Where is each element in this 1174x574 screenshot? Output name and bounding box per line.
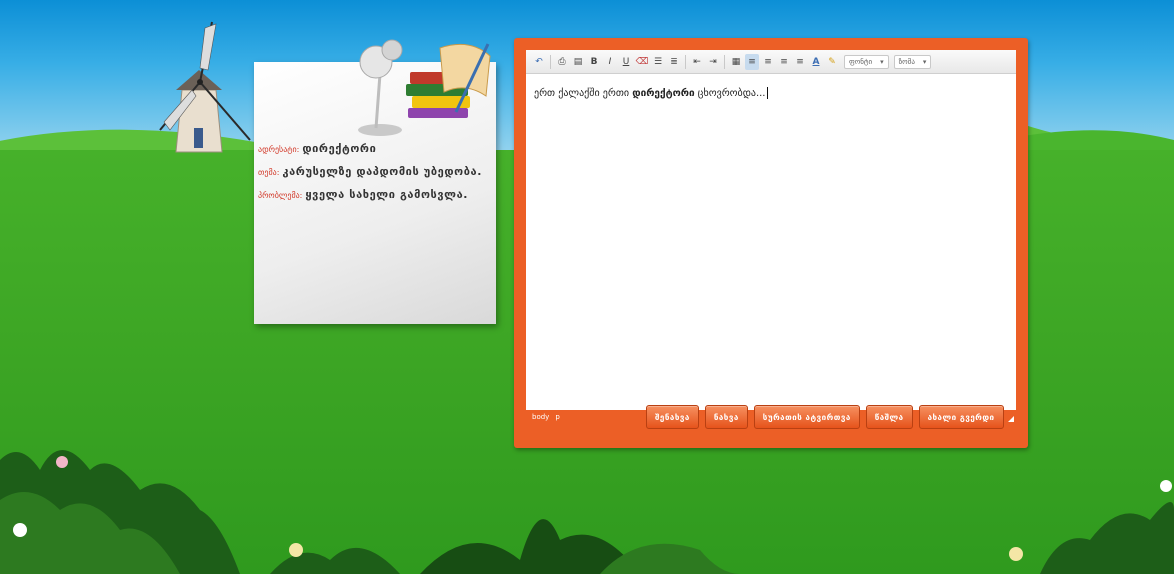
text-caret [766,87,768,99]
windmill-image [159,21,251,153]
editor-text-bold: დირექტორი [632,88,695,99]
note-content: ადრესატი: დირექტორი თემა: კარუსელზე დაპდ… [258,142,494,211]
paste-icon[interactable]: ▦ [729,54,743,70]
toolbar-divider [724,54,725,69]
editor-panel: ↶ ⎙ ▤ B I U ⌫ ☰ ≣ ⇤ ⇥ ▦ ≡ ≡ ≡ ≡ A ✎ ფონტ… [514,38,1028,448]
italic-icon[interactable]: I [603,54,617,70]
problem-value: ყველა სახელი გამოსვლა. [305,188,469,201]
bullet-list-icon[interactable]: ☰ [651,54,665,70]
upload-image-button[interactable]: სურათის ატვირთვა [753,405,860,429]
recipient-label: ადრესატი: [258,145,300,154]
highlight-icon[interactable]: ✎ [825,54,839,70]
subject-value: კარუსელზე დაპდომის უბედობა. [282,165,482,178]
font-size-select[interactable]: ზომა ▾ [893,54,932,69]
outdent-icon[interactable]: ⇤ [690,54,704,70]
editor-text-start: ერთ ქალაქში ერთი [534,88,633,99]
toolbar-divider [550,54,551,69]
bold-icon[interactable]: B [587,54,601,70]
preview-icon[interactable]: ▤ [571,54,585,70]
font-family-select[interactable]: ფონტი ▾ [844,54,889,69]
note-row-recipient: ადრესატი: დირექტორი [258,142,494,155]
element-path-body[interactable]: body [532,413,549,421]
print-icon[interactable]: ⎙ [555,54,569,70]
chevron-down-icon: ▾ [922,57,927,66]
note-row-problem: პრობლემა: ყველა სახელი გამოსვლა. [258,188,494,201]
editor-toolbar: ↶ ⎙ ▤ B I U ⌫ ☰ ≣ ⇤ ⇥ ▦ ≡ ≡ ≡ ≡ A ✎ ფონტ… [526,50,1016,74]
element-path-p[interactable]: p [555,413,559,421]
align-center-icon[interactable]: ≡ [761,54,775,70]
foreground-bushes [0,450,1174,574]
numbered-list-icon[interactable]: ≣ [667,54,681,70]
pushpin-and-books-illustration [358,39,491,136]
subject-label: თემა: [258,168,280,177]
indent-icon[interactable]: ⇥ [706,54,720,70]
action-buttons: შენახვა ნახვა სურათის ატვირთვა წაშლა ახა… [646,405,1004,429]
note-row-subject: თემა: კარუსელზე დაპდომის უბედობა. [258,165,494,178]
font-family-value: ფონტი [849,57,873,66]
align-justify-icon[interactable]: ≡ [793,54,807,70]
view-button[interactable]: ნახვა [704,405,748,429]
underline-icon[interactable]: U [619,54,633,70]
undo-icon[interactable]: ↶ [532,54,546,70]
font-color-icon[interactable]: A [809,54,823,70]
chevron-down-icon: ▾ [880,57,884,66]
editor-text-end: ცხოვრობდა... [694,88,766,99]
clear-format-icon[interactable]: ⌫ [635,54,649,70]
recipient-value: დირექტორი [302,142,377,155]
toolbar-divider [685,54,686,69]
problem-label: პრობლემა: [258,191,303,200]
align-left-icon[interactable]: ≡ [745,53,759,70]
align-right-icon[interactable]: ≡ [777,54,791,70]
resize-handle-icon[interactable] [1008,416,1014,422]
rich-text-editor-area[interactable]: ერთ ქალაქში ერთი დირექტორი ცხოვრობდა... [526,74,1016,410]
font-size-value: ზომა [898,57,915,66]
save-button[interactable]: შენახვა [646,405,699,429]
new-page-button[interactable]: ახალი გვერდი [918,405,1004,429]
delete-button[interactable]: წაშლა [865,405,913,429]
